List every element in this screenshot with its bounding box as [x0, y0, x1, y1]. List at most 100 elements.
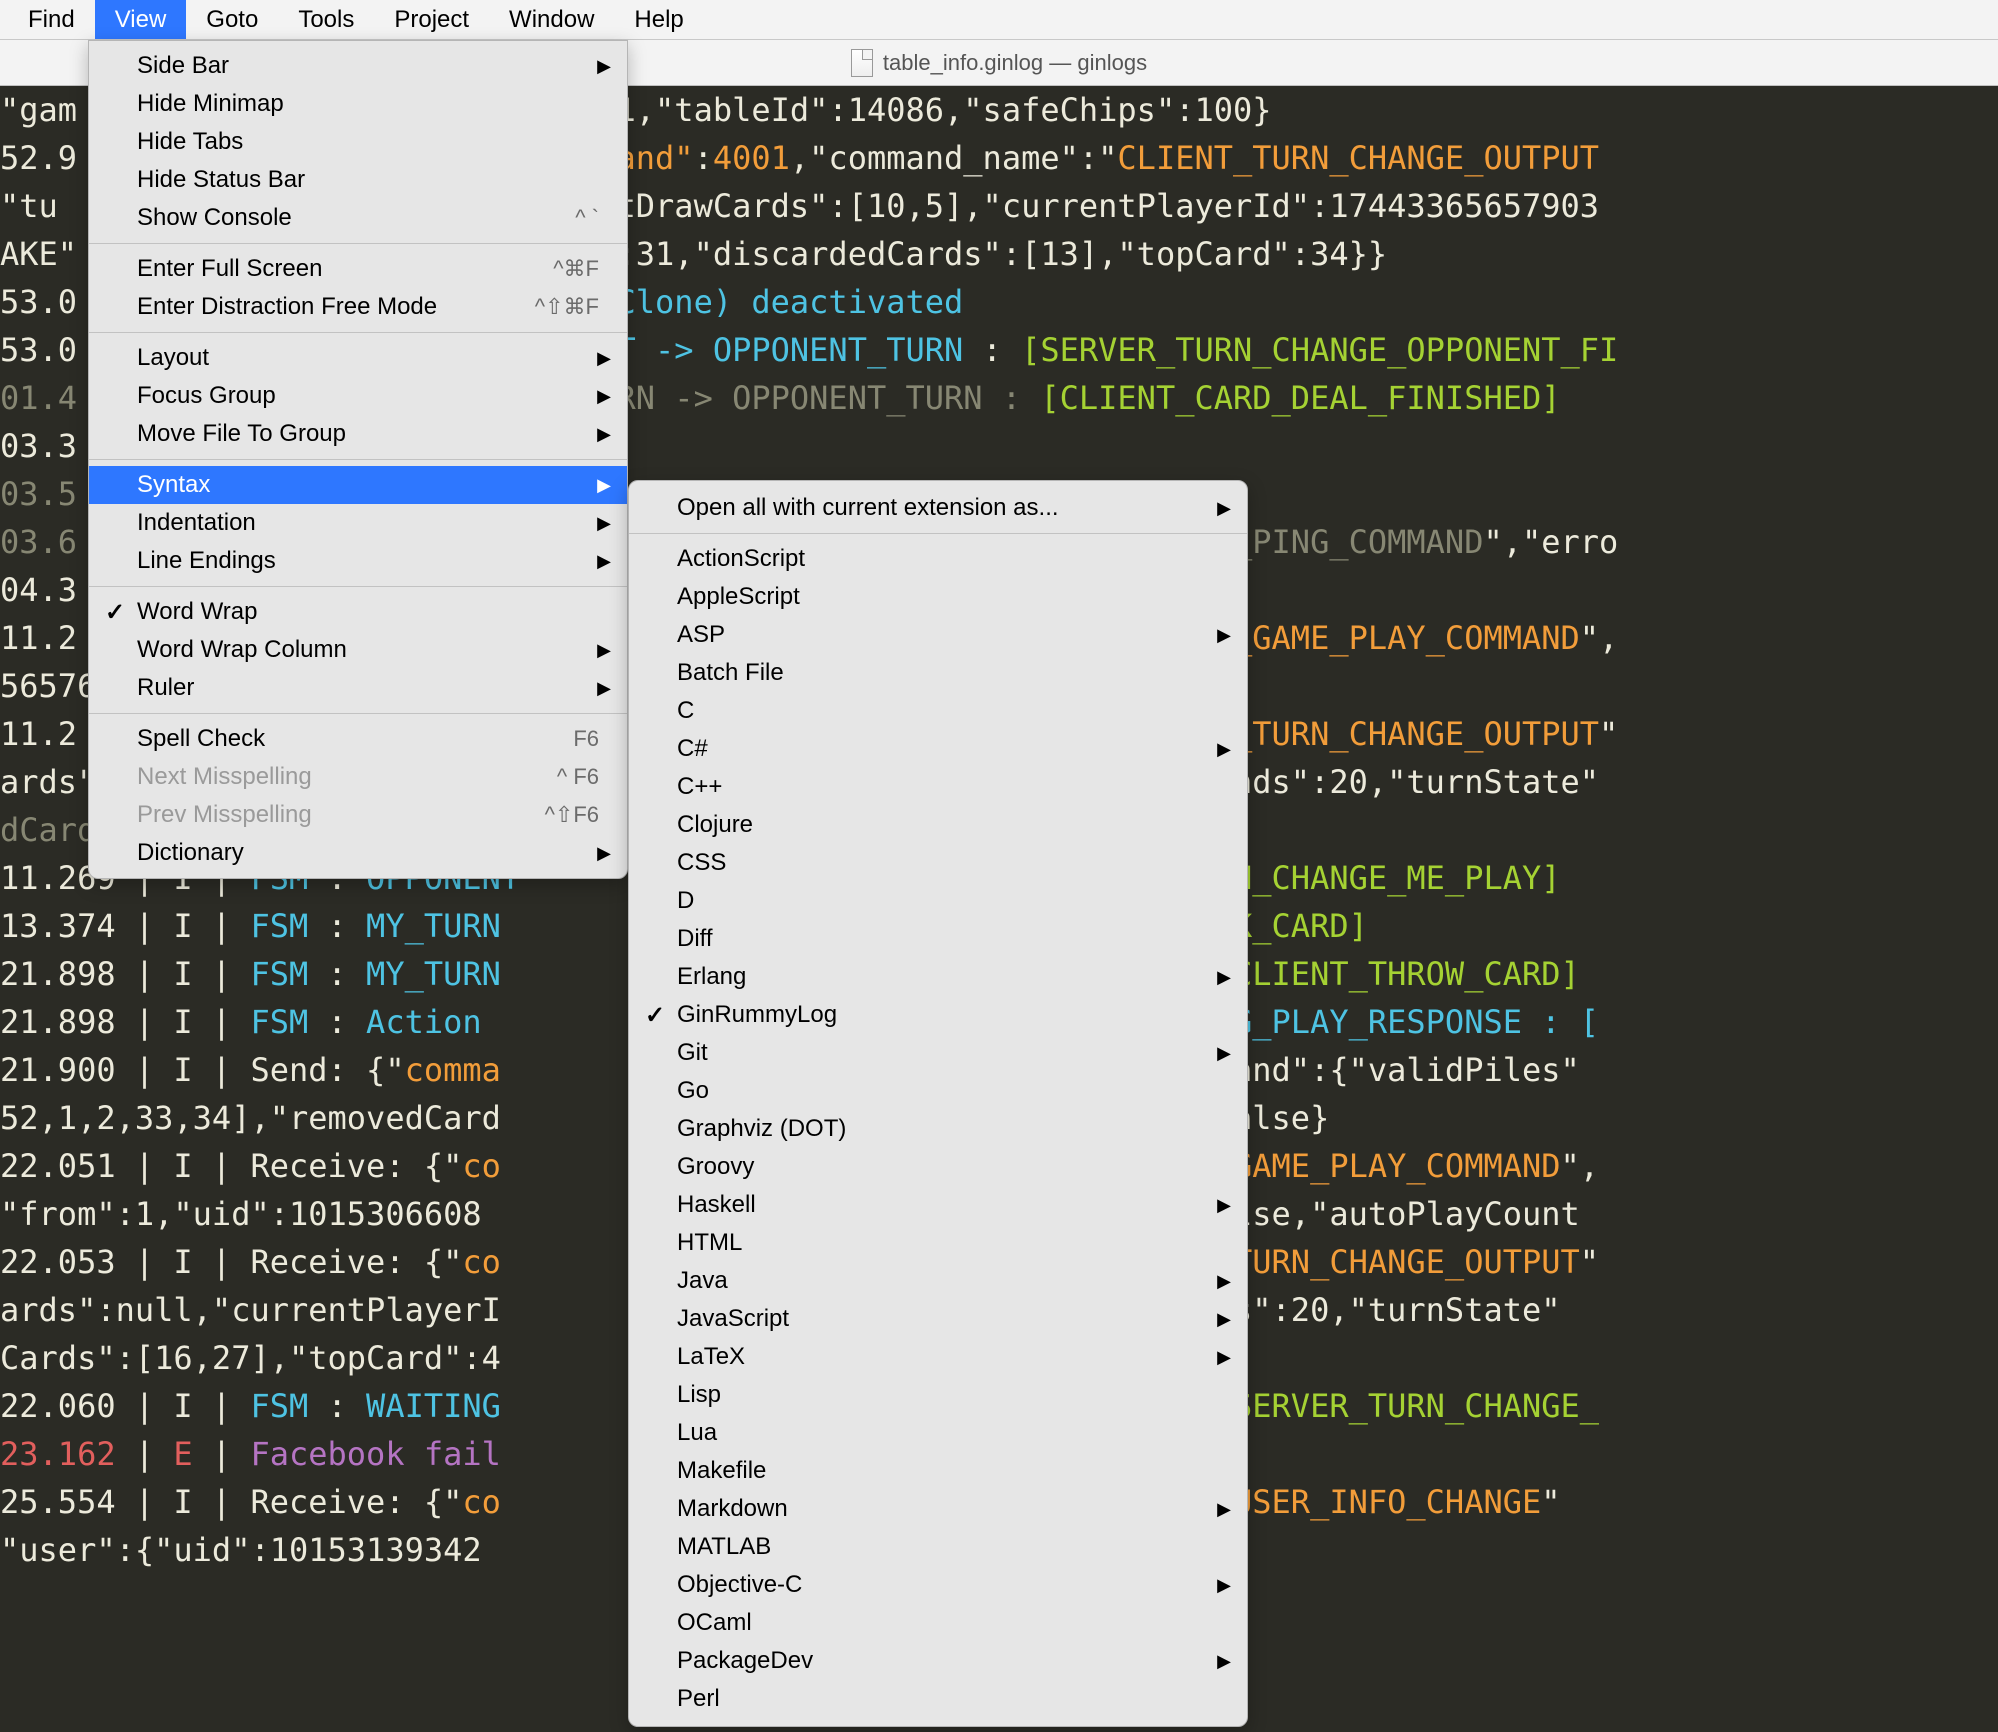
syntax-item-d[interactable]: D: [629, 882, 1247, 920]
syntax-item-applescript[interactable]: AppleScript: [629, 578, 1247, 616]
menu-view[interactable]: View: [95, 0, 187, 39]
menu-item-hide-tabs[interactable]: Hide Tabs: [89, 123, 627, 161]
menu-item-hide-minimap[interactable]: Hide Minimap: [89, 85, 627, 123]
syntax-item-graphviz-dot-[interactable]: Graphviz (DOT): [629, 1110, 1247, 1148]
syntax-item-haskell[interactable]: Haskell▶: [629, 1186, 1247, 1224]
menu-item-enter-distraction-free-mode[interactable]: Enter Distraction Free Mode^⇧⌘F: [89, 288, 627, 326]
syntax-submenu: Open all with current extension as...▶Ac…: [628, 480, 1248, 1727]
menu-separator: [89, 243, 627, 244]
syntax-item-git[interactable]: Git▶: [629, 1034, 1247, 1072]
syntax-item-asp[interactable]: ASP▶: [629, 616, 1247, 654]
syntax-item-markdown[interactable]: Markdown▶: [629, 1490, 1247, 1528]
submenu-arrow-icon: ▶: [1217, 1043, 1231, 1064]
syntax-item-batch-file[interactable]: Batch File: [629, 654, 1247, 692]
menu-item-syntax[interactable]: Syntax▶: [89, 466, 627, 504]
menu-item-dictionary[interactable]: Dictionary▶: [89, 834, 627, 872]
submenu-arrow-icon: ▶: [597, 551, 611, 572]
menu-window[interactable]: Window: [489, 0, 614, 39]
file-icon: [851, 49, 873, 77]
menu-item-label: Hide Status Bar: [137, 166, 305, 194]
menu-help[interactable]: Help: [614, 0, 703, 39]
menu-item-label: Open all with current extension as...: [677, 494, 1059, 522]
syntax-item-go[interactable]: Go: [629, 1072, 1247, 1110]
syntax-item-c-[interactable]: C#▶: [629, 730, 1247, 768]
menu-item-hide-status-bar[interactable]: Hide Status Bar: [89, 161, 627, 199]
menu-item-label: Word Wrap Column: [137, 636, 347, 664]
menu-item-label: Hide Minimap: [137, 90, 284, 118]
syntax-item-css[interactable]: CSS: [629, 844, 1247, 882]
syntax-item-lisp[interactable]: Lisp: [629, 1376, 1247, 1414]
menu-item-label: Clojure: [677, 811, 753, 839]
syntax-item-clojure[interactable]: Clojure: [629, 806, 1247, 844]
syntax-item-java[interactable]: Java▶: [629, 1262, 1247, 1300]
menu-item-label: C: [677, 697, 694, 725]
submenu-arrow-icon: ▶: [597, 475, 611, 496]
menu-item-side-bar[interactable]: Side Bar ▶: [89, 47, 627, 85]
syntax-item-html[interactable]: HTML: [629, 1224, 1247, 1262]
syntax-item-makefile[interactable]: Makefile: [629, 1452, 1247, 1490]
menu-item-line-endings[interactable]: Line Endings ▶: [89, 542, 627, 580]
menu-item-show-console[interactable]: Show Console^ `: [89, 199, 627, 237]
menu-item-layout[interactable]: Layout▶: [89, 339, 627, 377]
syntax-item-actionscript[interactable]: ActionScript: [629, 540, 1247, 578]
syntax-item-latex[interactable]: LaTeX▶: [629, 1338, 1247, 1376]
menu-item-label: Markdown: [677, 1495, 788, 1523]
syntax-item-objective-c[interactable]: Objective-C▶: [629, 1566, 1247, 1604]
shortcut-label: F6: [573, 726, 599, 752]
menu-item-label: D: [677, 887, 694, 915]
menu-item-ruler[interactable]: Ruler▶: [89, 669, 627, 707]
menu-find[interactable]: Find: [8, 0, 95, 39]
menu-item-label: Prev Misspelling: [137, 801, 312, 829]
menu-item-label: Lua: [677, 1419, 717, 1447]
menu-item-spell-check[interactable]: Spell Check F6: [89, 720, 627, 758]
check-icon: ✓: [645, 1001, 665, 1030]
syntax-item-matlab[interactable]: MATLAB: [629, 1528, 1247, 1566]
check-icon: ✓: [105, 598, 125, 627]
syntax-item-packagedev[interactable]: PackageDev▶: [629, 1642, 1247, 1680]
submenu-arrow-icon: ▶: [597, 348, 611, 369]
syntax-item-perl[interactable]: Perl: [629, 1680, 1247, 1718]
menu-item-label: ActionScript: [677, 545, 805, 573]
menu-item-move-file-to-group[interactable]: Move File To Group▶: [89, 415, 627, 453]
submenu-arrow-icon: ▶: [1217, 1271, 1231, 1292]
menu-item-label: Indentation: [137, 509, 256, 537]
syntax-item-diff[interactable]: Diff: [629, 920, 1247, 958]
submenu-arrow-icon: ▶: [597, 56, 611, 77]
menu-item-label: Word Wrap: [137, 598, 257, 626]
syntax-item-c-[interactable]: C++: [629, 768, 1247, 806]
menu-item-indentation[interactable]: Indentation ▶: [89, 504, 627, 542]
menu-item-label: Side Bar: [137, 52, 229, 80]
submenu-arrow-icon: ▶: [597, 640, 611, 661]
syntax-item-lua[interactable]: Lua: [629, 1414, 1247, 1452]
menu-item-enter-full-screen[interactable]: Enter Full Screen^⌘F: [89, 250, 627, 288]
syntax-item-erlang[interactable]: Erlang▶: [629, 958, 1247, 996]
menu-item-label: Perl: [677, 1685, 720, 1713]
menu-tools[interactable]: Tools: [278, 0, 374, 39]
menu-item-label: Lisp: [677, 1381, 721, 1409]
menu-item-label: Focus Group: [137, 382, 276, 410]
menu-item-focus-group[interactable]: Focus Group▶: [89, 377, 627, 415]
syntax-item-c[interactable]: C: [629, 692, 1247, 730]
menu-item-label: Graphviz (DOT): [677, 1115, 846, 1143]
menu-item-label: JavaScript: [677, 1305, 789, 1333]
menu-item-label: Spell Check: [137, 725, 265, 753]
submenu-arrow-icon: ▶: [1217, 1575, 1231, 1596]
syntax-item-groovy[interactable]: Groovy: [629, 1148, 1247, 1186]
shortcut-label: ^⇧⌘F: [535, 294, 599, 320]
menu-goto[interactable]: Goto: [186, 0, 278, 39]
syntax-item-open-all-with-current-extension-as-[interactable]: Open all with current extension as...▶: [629, 489, 1247, 527]
menu-item-label: Ruler: [137, 674, 194, 702]
menu-item-label: ASP: [677, 621, 725, 649]
syntax-item-ginrummylog[interactable]: ✓GinRummyLog: [629, 996, 1247, 1034]
menu-item-word-wrap-column[interactable]: Word Wrap Column ▶: [89, 631, 627, 669]
submenu-arrow-icon: ▶: [597, 513, 611, 534]
menu-item-label: Enter Full Screen: [137, 255, 322, 283]
syntax-item-ocaml[interactable]: OCaml: [629, 1604, 1247, 1642]
menu-item-word-wrap[interactable]: ✓ Word Wrap: [89, 593, 627, 631]
menu-item-label: Line Endings: [137, 547, 276, 575]
menu-project[interactable]: Project: [374, 0, 489, 39]
menubar: FindViewGotoToolsProjectWindowHelp: [0, 0, 1998, 40]
menu-separator: [89, 586, 627, 587]
window-title: table_info.ginlog — ginlogs: [883, 50, 1147, 76]
syntax-item-javascript[interactable]: JavaScript▶: [629, 1300, 1247, 1338]
